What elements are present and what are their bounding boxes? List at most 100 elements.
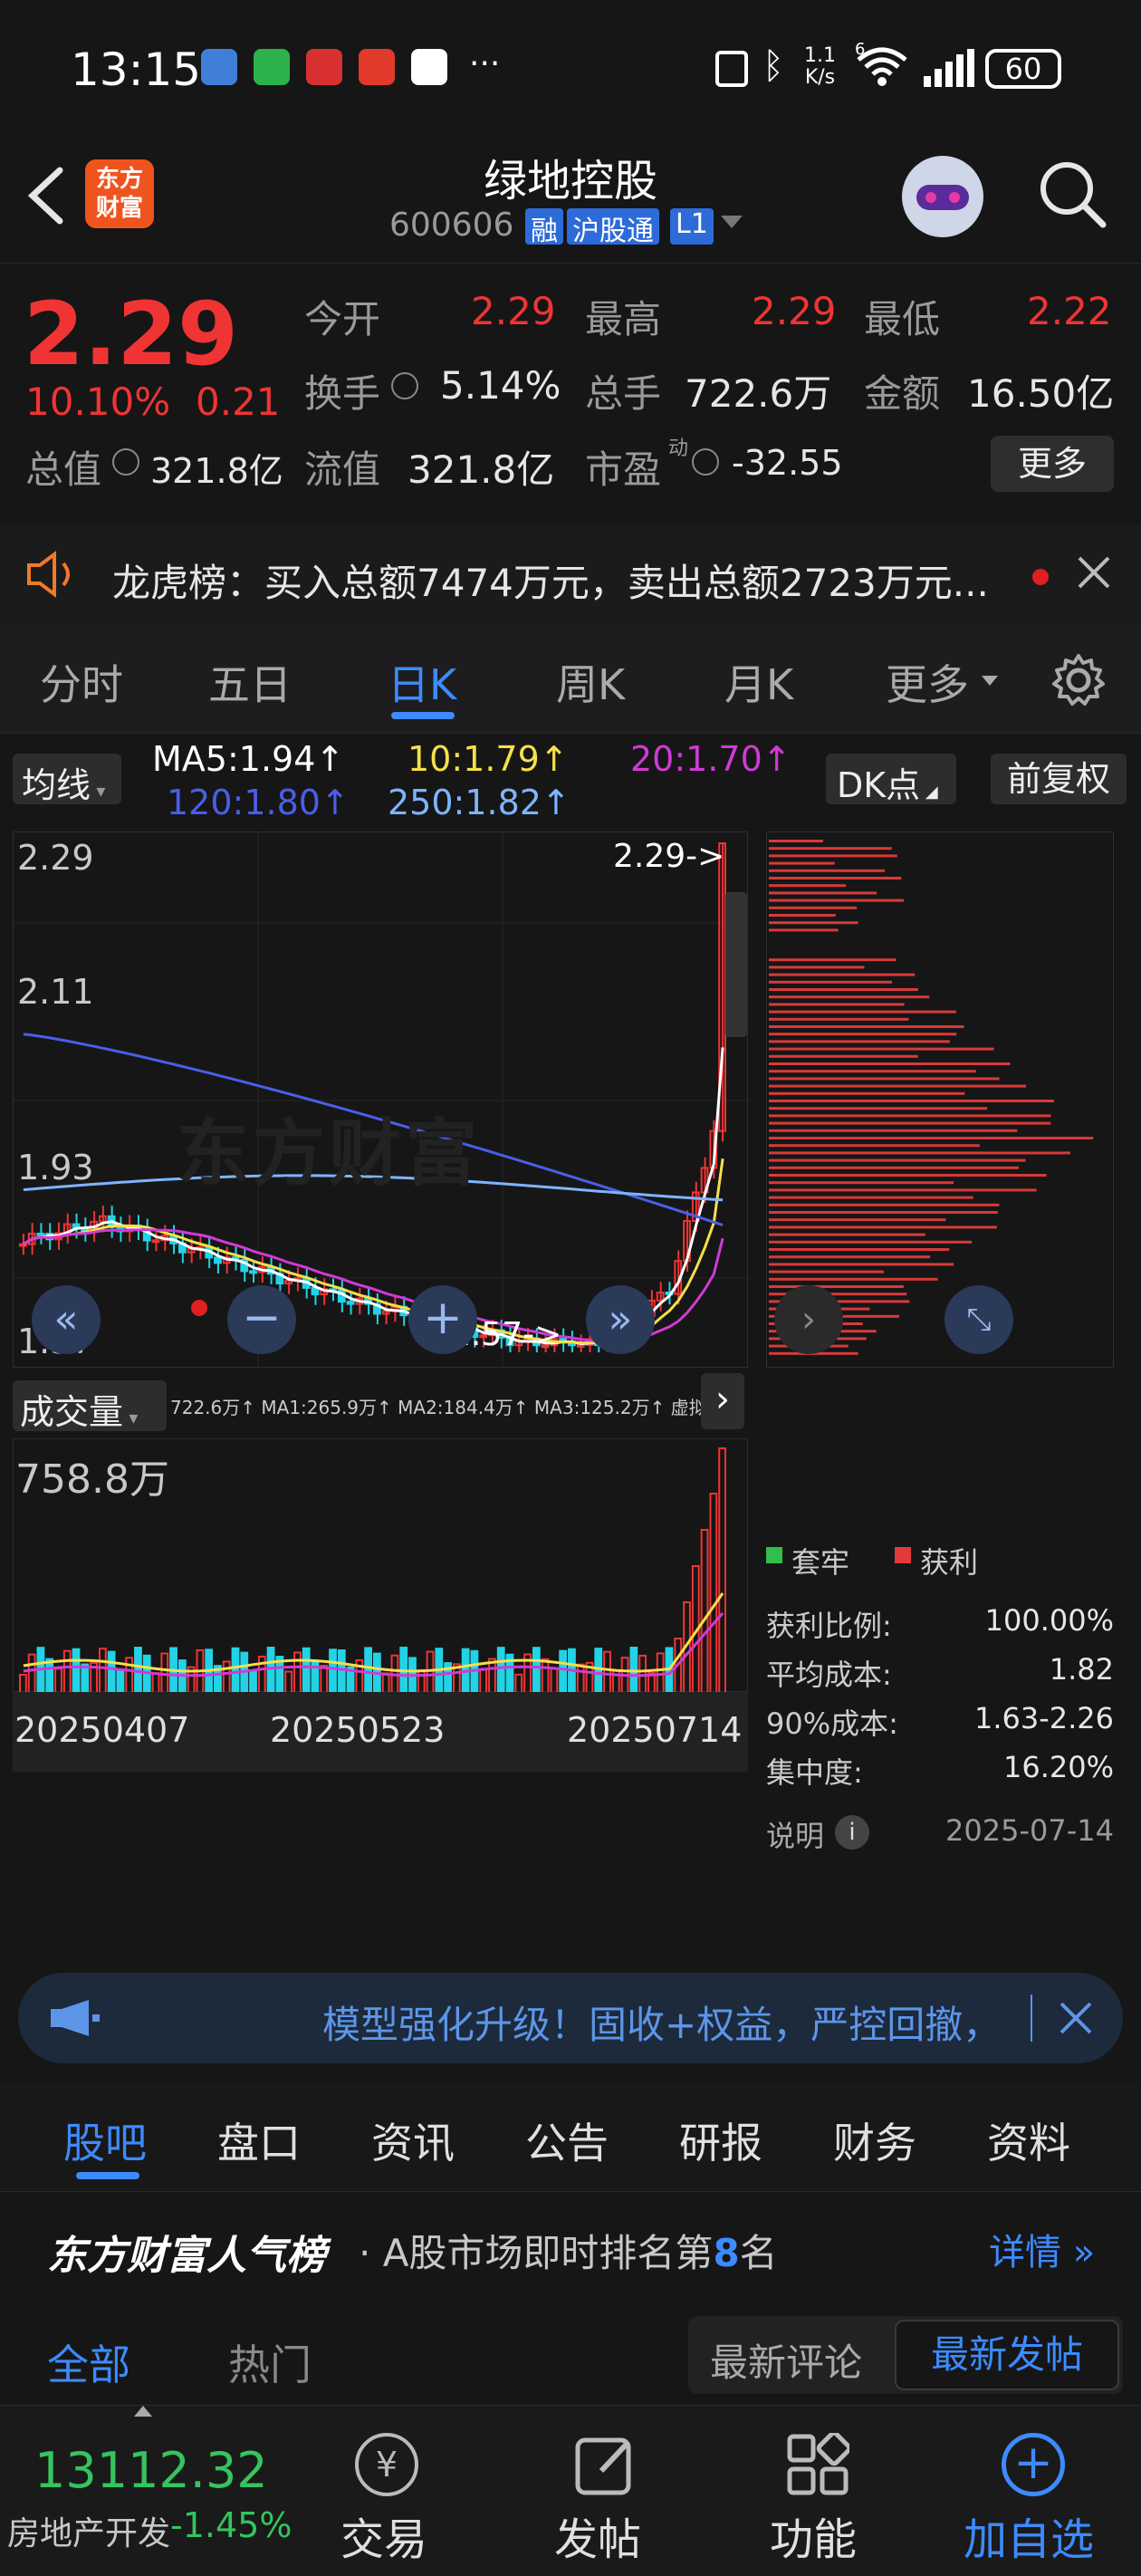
chip-next-button[interactable]: › (774, 1285, 843, 1354)
chip-bar (769, 1084, 1027, 1088)
close-icon[interactable] (1058, 2000, 1094, 2036)
chip-bar (769, 1226, 997, 1229)
volume-selector[interactable]: 成交量 ▾ (13, 1380, 167, 1432)
y-label-2: 2.11 (17, 972, 94, 1012)
info-icon[interactable] (391, 372, 418, 399)
search-icon[interactable] (1036, 158, 1108, 230)
scroll-right-button[interactable]: » (586, 1285, 655, 1354)
float-cap-value: 321.8亿 (408, 447, 555, 492)
explain-label[interactable]: 说明 (766, 1813, 824, 1855)
close-icon[interactable] (1074, 553, 1114, 592)
chip-bar (769, 1248, 950, 1251)
sort-latest-post[interactable]: 最新发帖 (895, 2320, 1119, 2390)
adjust-button[interactable]: 前复权 (991, 754, 1127, 804)
rank-title: 东方财富人气榜 (47, 2233, 326, 2279)
app-notification-icon (201, 49, 237, 85)
volume-bar (19, 1674, 27, 1693)
scroll-left-button[interactable]: « (32, 1285, 101, 1354)
tab-financials[interactable]: 财务 (833, 2110, 916, 2170)
dk-point-button[interactable]: DK点 ◢ (826, 754, 956, 805)
volume-bar (364, 1647, 373, 1693)
popularity-rank[interactable]: 东方财富人气榜 · A股市场即时排名第8名 详情 » (0, 2192, 1141, 2299)
tab-stock-forum[interactable]: 股吧 (63, 2110, 147, 2170)
info-icon[interactable] (692, 448, 719, 476)
tab-five-day[interactable]: 五日 (208, 652, 292, 712)
y-label-top: 2.29 (17, 838, 94, 878)
tab-weekly-k[interactable]: 周K (556, 652, 625, 712)
price-chart[interactable]: 东方财富 2.29 2.11 1.93 1.57 2.29-> 1.57-> «… (13, 831, 749, 1369)
tab-monthly-k[interactable]: 月K (724, 652, 793, 712)
gear-icon[interactable] (1050, 652, 1107, 708)
chip-bar (769, 1255, 931, 1259)
rank-description: · A股市场即时排名第8名 (359, 2231, 778, 2275)
nav-trade[interactable]: 交易 (340, 2504, 427, 2567)
pe-label: 市盈 (585, 447, 662, 492)
chip-bar (769, 1010, 956, 1014)
tab-profile[interactable]: 资料 (987, 2110, 1070, 2170)
margin-badge: 融 (525, 208, 563, 247)
turnover-label: 换手 (304, 371, 381, 416)
volume-label: 总手 (585, 371, 662, 416)
robot-assistant-icon[interactable] (902, 156, 983, 237)
chip-bar (769, 995, 930, 999)
zoom-in-button[interactable]: + (408, 1285, 477, 1354)
volume-bar (222, 1660, 231, 1693)
volume-bar (81, 1663, 90, 1693)
tab-hot[interactable]: 热门 (228, 2332, 312, 2392)
chip-bar (769, 1151, 1070, 1155)
ad-text: 模型强化升级！固收+权益，严控回撤， (322, 2003, 1002, 2047)
chevron-down-icon (982, 676, 998, 686)
chip-stat-label: 90%成本: (766, 1706, 898, 1741)
dropdown-icon[interactable] (721, 216, 743, 228)
volume-ma1-line (23, 1592, 724, 1673)
ma-selector[interactable]: 均线 ▾ (13, 754, 121, 805)
broker-app-icon (306, 49, 342, 85)
turnover-value: 5.14% (440, 363, 561, 408)
expand-arrow-icon[interactable]: › (701, 1373, 744, 1429)
tab-intraday[interactable]: 分时 (40, 652, 123, 712)
nav-add-watchlist[interactable]: 加自选 (964, 2504, 1094, 2567)
collapse-arrow-icon[interactable] (134, 2406, 152, 2417)
high-label: 最高 (585, 297, 662, 341)
expand-icon[interactable]: ⤡ (944, 1285, 1013, 1354)
notice-text: 龙虎榜：买入总额7474万元，卖出总额2723万元... (112, 561, 989, 605)
quote-panel: 2.29 10.10% 0.21 今开 2.29 最高 2.29 最低 2.22… (0, 263, 1141, 521)
chip-bar (769, 980, 892, 984)
chip-bar (769, 840, 823, 842)
info-icon[interactable]: i (835, 1815, 869, 1850)
status-bar: 13:15 ··· ᛒ 1.1 K/s 6 60 (0, 0, 1141, 136)
zoom-out-button[interactable]: − (227, 1285, 296, 1354)
chip-bar (769, 1144, 980, 1148)
tab-more[interactable]: 更多 (886, 652, 969, 712)
functions-icon[interactable] (786, 2430, 852, 2496)
tab-all[interactable]: 全部 (47, 2332, 130, 2392)
info-icon[interactable] (112, 448, 139, 476)
chip-bar (769, 1203, 1000, 1206)
tab-news[interactable]: 资讯 (371, 2110, 455, 2170)
date-axis: 20250407 20250523 20250714 (13, 1692, 748, 1772)
app-logo[interactable]: 东方 财富 (85, 159, 154, 228)
rank-detail-link[interactable]: 详情 » (989, 2223, 1095, 2275)
more-notifications-icon: ··· (469, 45, 501, 82)
sort-latest-comment[interactable]: 最新评论 (710, 2332, 862, 2388)
scroll-handle[interactable] (725, 892, 747, 1037)
tab-daily-k[interactable]: 日K (388, 652, 456, 712)
volume-bar (116, 1669, 125, 1693)
trade-icon[interactable]: ¥ (355, 2433, 418, 2496)
back-icon[interactable] (20, 163, 74, 226)
nav-functions[interactable]: 功能 (770, 2504, 857, 2567)
add-watchlist-icon[interactable]: + (1002, 2433, 1065, 2496)
nav-post[interactable]: 发帖 (554, 2504, 641, 2567)
tab-research[interactable]: 研报 (679, 2110, 762, 2170)
volume-chart[interactable]: 758.8万 (13, 1438, 748, 1693)
post-icon[interactable] (574, 2433, 638, 2496)
more-button[interactable]: 更多 (991, 436, 1114, 492)
dragon-tiger-notice[interactable]: 龙虎榜：买入总额7474万元，卖出总额2723万元... (0, 524, 1141, 625)
volume-bar (488, 1658, 496, 1693)
ad-banner[interactable]: 模型强化升级！固收+权益，严控回撤， (18, 1973, 1123, 2063)
volume-bar (381, 1672, 390, 1693)
tab-order-book[interactable]: 盘口 (217, 2110, 301, 2170)
level1-badge: L1 (670, 208, 714, 245)
tab-announcements[interactable]: 公告 (525, 2110, 609, 2170)
index-value[interactable]: 13112.32 (34, 2442, 268, 2499)
